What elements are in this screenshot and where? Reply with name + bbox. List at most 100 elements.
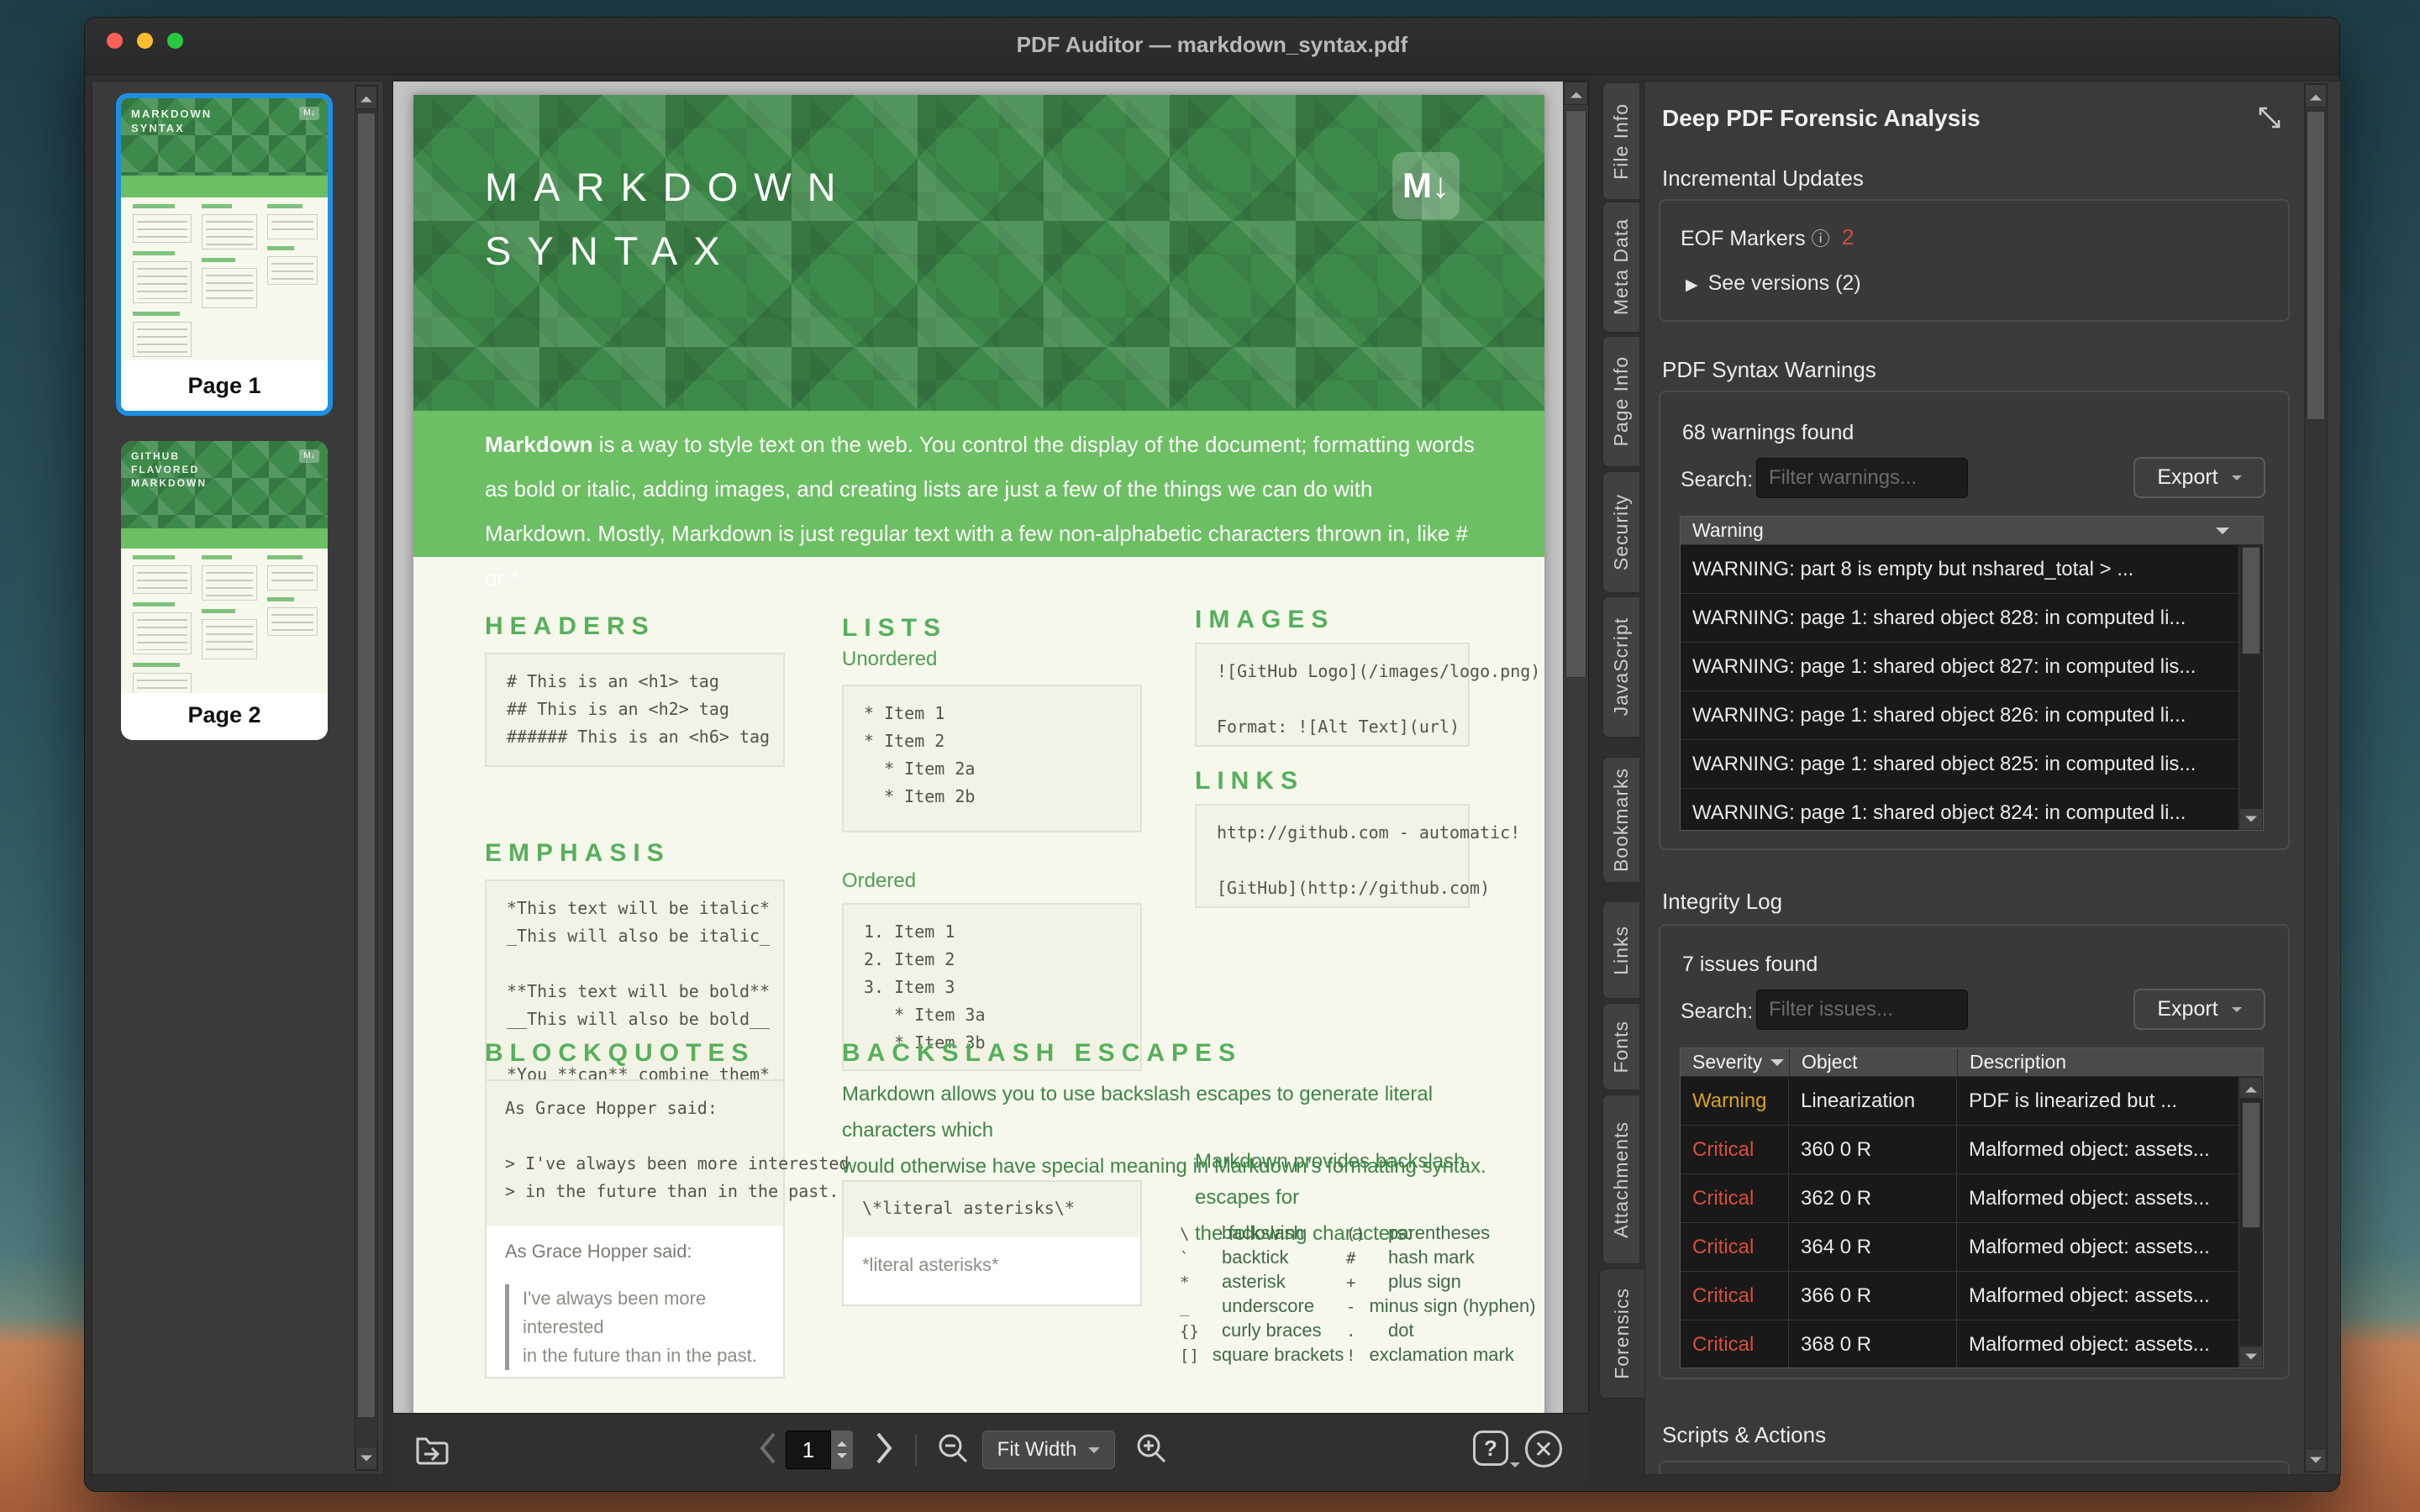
warning-row[interactable]: WARNING: page 1: shared object 826: in c… <box>1681 691 2238 740</box>
mini-heading-bar <box>133 204 175 208</box>
object-column-header[interactable]: Object <box>1789 1048 1957 1076</box>
integrity-table: Severity Object Description WarningLinea… <box>1680 1047 2264 1368</box>
char-name: backslash <box>1222 1222 1304 1244</box>
zoom-out-button[interactable] <box>935 1431 971 1466</box>
scroll-up-icon[interactable] <box>1564 81 1588 105</box>
char-symbol: . <box>1346 1322 1375 1341</box>
scroll-up-icon[interactable] <box>355 86 377 109</box>
chevron-down-icon <box>1510 1462 1520 1473</box>
description-cell: Malformed object: assets... <box>1957 1272 2238 1320</box>
description-column-header[interactable]: Description <box>1957 1048 2263 1076</box>
pdf-document-title: MARKDOWN SYNTAX <box>485 155 852 283</box>
tab-security[interactable]: Security <box>1602 471 1639 593</box>
warnings-search-input[interactable] <box>1756 458 1968 498</box>
issue-row[interactable]: Critical360 0 RMalformed object: assets.… <box>1681 1126 2238 1174</box>
info-icon[interactable] <box>1812 228 1830 249</box>
tab-file-info[interactable]: File Info <box>1602 82 1639 200</box>
tab-attachments[interactable]: Attachments <box>1602 1095 1639 1264</box>
page-spinner[interactable] <box>831 1431 853 1469</box>
integrity-box: 7 issues found Search: Export Severity O… <box>1659 924 2290 1379</box>
issue-row[interactable]: Critical362 0 RMalformed object: assets.… <box>1681 1174 2238 1223</box>
char-name: underscore <box>1222 1295 1314 1317</box>
expand-panel-icon[interactable] <box>2255 103 2284 132</box>
scrollbar-thumb[interactable] <box>1565 110 1586 678</box>
warning-row[interactable]: WARNING: page 1: shared object 828: in c… <box>1681 594 2238 643</box>
scrollbar-thumb[interactable] <box>2242 547 2260 654</box>
escape-char-row: `backtick <box>1180 1247 1324 1271</box>
scroll-down-icon[interactable] <box>2239 1346 2263 1368</box>
char-symbol: \ <box>1180 1225 1208 1243</box>
severity-cell: Critical <box>1681 1272 1789 1320</box>
see-versions-disclosure[interactable]: See versions (2) <box>1686 271 1861 296</box>
intro-rest: is a way to style text on the web. You c… <box>485 432 1475 591</box>
severity-column-header[interactable]: Severity <box>1681 1048 1789 1076</box>
warning-row[interactable]: WARNING: page 1: shared object 824: in c… <box>1681 789 2238 831</box>
warning-row[interactable]: WARNING: page 1: shared object 827: in c… <box>1681 643 2238 691</box>
page-2-thumbnail[interactable]: GITHUB FLAVORED MARKDOWN Page 2 <box>121 441 328 740</box>
help-button[interactable]: ? <box>1473 1431 1508 1466</box>
mini-text-box <box>202 214 257 249</box>
scrollbar-thumb[interactable] <box>2307 111 2325 420</box>
warning-row[interactable]: WARNING: part 8 is empty but nshared_tot… <box>1681 545 2238 594</box>
tab-meta-data[interactable]: Meta Data <box>1602 202 1639 333</box>
issue-row[interactable]: Critical366 0 RMalformed object: assets.… <box>1681 1272 2238 1320</box>
issue-row[interactable]: Critical368 0 RMalformed object: assets.… <box>1681 1320 2238 1368</box>
incremental-updates-box: EOF Markers 2 See versions (2) <box>1659 199 2290 322</box>
scrollbar-thumb[interactable] <box>357 113 376 1418</box>
tab-javascript[interactable]: JavaScript <box>1602 596 1639 738</box>
pdf-scrollbar[interactable] <box>1563 81 1588 1413</box>
tab-fonts[interactable]: Fonts <box>1602 1003 1639 1090</box>
issue-row[interactable]: WarningLinearizationPDF is linearized bu… <box>1681 1077 2238 1126</box>
char-name: hash mark <box>1388 1247 1475 1268</box>
page-number-stepper <box>786 1431 853 1469</box>
tab-label: Page Info <box>1610 356 1633 446</box>
issues-search-input[interactable] <box>1756 990 1968 1030</box>
previous-page-button[interactable] <box>757 1431 779 1466</box>
tab-forensics[interactable]: Forensics <box>1599 1268 1644 1399</box>
next-page-button[interactable] <box>873 1431 895 1466</box>
mini-heading-bar <box>202 609 235 613</box>
scroll-down-icon[interactable] <box>2305 1448 2327 1472</box>
issue-row[interactable]: Critical364 0 RMalformed object: assets.… <box>1681 1223 2238 1272</box>
tab-bookmarks[interactable]: Bookmarks <box>1602 757 1639 883</box>
mini-text-box <box>133 261 192 303</box>
sidebar-scrollbar[interactable] <box>355 85 378 1471</box>
integrity-scrollbar[interactable] <box>2238 1077 2263 1368</box>
panel-scrollbar[interactable] <box>2304 83 2328 1473</box>
headers-code-box: # This is an <h1> tag ## This is an <h2>… <box>485 653 785 767</box>
disclosure-triangle-icon <box>1686 276 1698 295</box>
char-symbol: _ <box>1180 1298 1208 1316</box>
export-page-button[interactable] <box>413 1431 451 1467</box>
warnings-export-button[interactable]: Export <box>2133 457 2265 498</box>
mini-title-line: SYNTAX <box>131 121 212 135</box>
mini-heading-bar <box>133 312 180 316</box>
scrollbar-thumb[interactable] <box>2242 1102 2260 1228</box>
tab-page-info[interactable]: Page Info <box>1602 336 1639 467</box>
blockquotes-rendered: As Grace Hopper said: I've always been m… <box>487 1226 783 1377</box>
zoom-in-button[interactable] <box>1134 1431 1169 1466</box>
integrity-table-header[interactable]: Severity Object Description <box>1681 1048 2263 1077</box>
zoom-mode-select[interactable]: Fit Width <box>982 1431 1115 1469</box>
mini-text-box <box>133 612 192 654</box>
description-cell: Malformed object: assets... <box>1957 1223 2238 1271</box>
warning-row[interactable]: WARNING: page 1: shared object 825: in c… <box>1681 740 2238 789</box>
sort-desc-icon[interactable] <box>1770 1059 1784 1073</box>
scroll-down-icon[interactable] <box>2239 808 2263 830</box>
sort-desc-icon[interactable] <box>2216 528 2229 541</box>
panel-title: Deep PDF Forensic Analysis <box>1662 105 1981 132</box>
scroll-down-icon[interactable] <box>355 1446 377 1470</box>
warnings-scrollbar[interactable] <box>2238 545 2263 830</box>
page-1-thumbnail[interactable]: MARKDOWN SYNTAX Page 1 <box>116 93 333 416</box>
issues-export-button[interactable]: Export <box>2133 989 2265 1030</box>
eof-markers-label: EOF Markers <box>1681 224 1830 251</box>
warning-column-header[interactable]: Warning <box>1681 517 2263 544</box>
mini-text-box <box>133 322 192 357</box>
object-cell: 368 0 R <box>1789 1320 1957 1368</box>
tab-links[interactable]: Links <box>1602 901 1639 999</box>
close-document-button[interactable]: ✕ <box>1525 1431 1562 1467</box>
warnings-table-header[interactable]: Warning <box>1681 517 2263 545</box>
scroll-up-icon[interactable] <box>2305 84 2327 108</box>
description-cell: PDF is linearized but ... <box>1957 1077 2238 1125</box>
page-number-input[interactable] <box>786 1431 831 1469</box>
scroll-up-icon[interactable] <box>2239 1077 2263 1099</box>
